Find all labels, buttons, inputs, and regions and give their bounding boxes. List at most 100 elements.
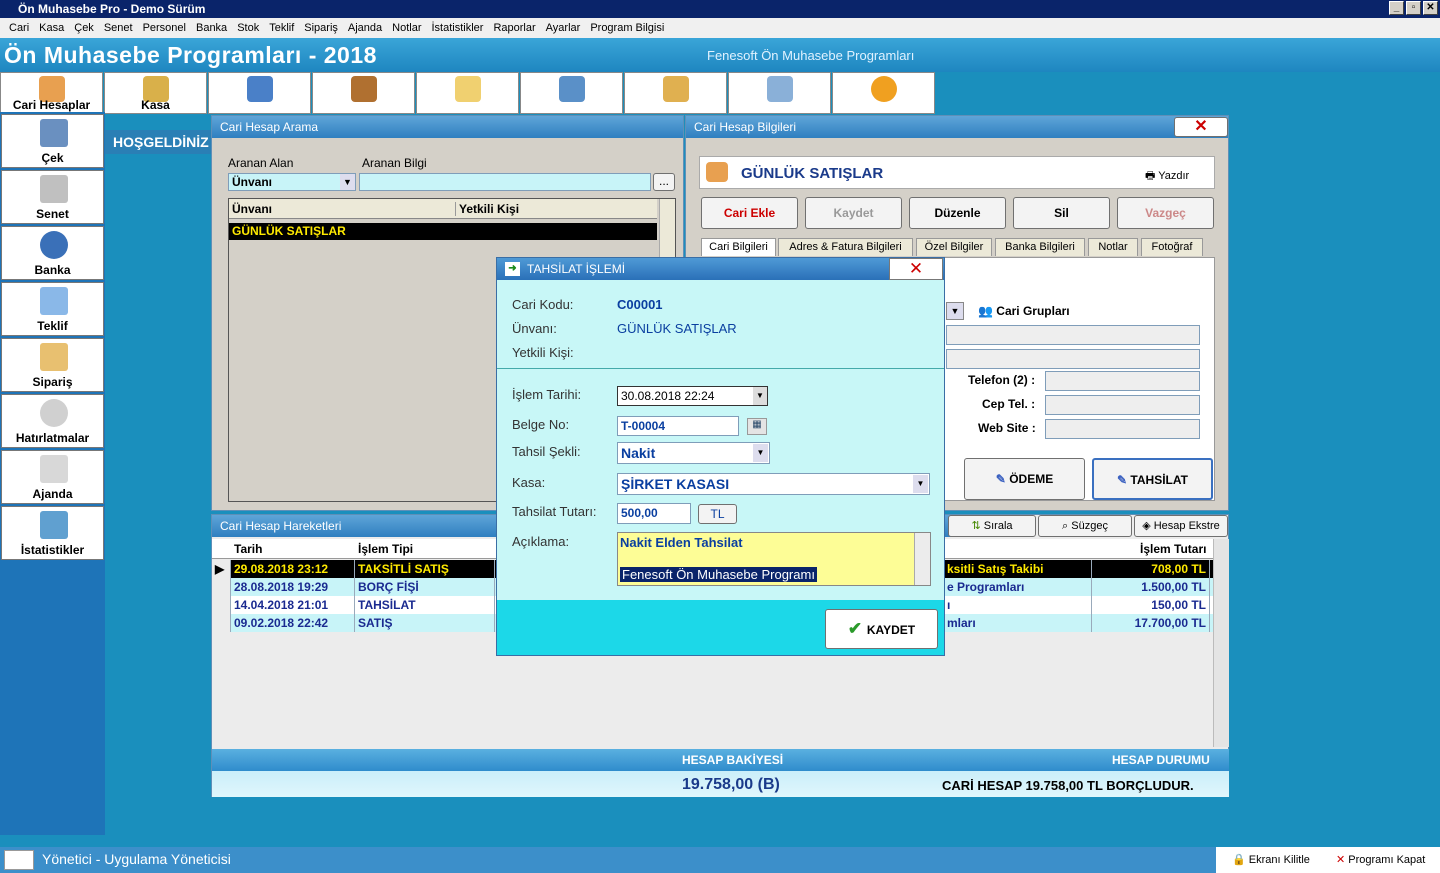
field-row-2[interactable] (946, 349, 1200, 369)
menu-istatistikler[interactable]: İstatistikler (427, 22, 489, 34)
menu-personel[interactable]: Personel (138, 22, 191, 34)
code-value: C00001 (617, 297, 663, 312)
col-unvani: Ünvanı (232, 202, 273, 216)
balance-bar: HESAP BAKİYESİ HESAP DURUMU 19.758,00 (B… (212, 749, 1229, 797)
vazgec-button[interactable]: Vazgeç (1117, 197, 1214, 229)
close-icon: ✕ (1336, 854, 1349, 866)
code-label: Cari Kodu: (512, 297, 574, 312)
search-info-input[interactable] (359, 173, 651, 191)
menu-notlar[interactable]: Notlar (387, 22, 426, 34)
dialog-close-button[interactable]: ✕ (889, 258, 943, 280)
search-field-select[interactable]: Ünvanı ▼ (228, 173, 356, 191)
sidebar-teklif[interactable]: Teklif (1, 282, 104, 336)
note-line-1: Nakit Elden Tahsilat (620, 535, 743, 550)
tab-adres[interactable]: Adres & Fatura Bilgileri (778, 238, 913, 256)
groups-label[interactable]: 👥 Cari Grupları (978, 304, 1070, 318)
group-dropdown[interactable]: ▼ (946, 302, 964, 320)
tab-cari-bilgileri[interactable]: Cari Bilgileri (701, 238, 776, 256)
duzenle-button[interactable]: Düzenle (909, 197, 1006, 229)
kaydet-dialog-button[interactable]: ✔ KAYDET (825, 609, 938, 649)
toolbar-button-6[interactable] (520, 72, 623, 114)
toolbar-button-3[interactable] (208, 72, 311, 114)
toolbar-button-8[interactable] (728, 72, 831, 114)
maximize-button[interactable]: ▫ (1406, 1, 1421, 15)
note-scrollbar[interactable] (914, 533, 930, 585)
tab-ozel[interactable]: Özel Bilgiler (916, 238, 992, 256)
menu-senet[interactable]: Senet (99, 22, 138, 34)
close-program-button[interactable]: ✕ Programı Kapat (1336, 853, 1425, 866)
telefon2-label: Telefon (2) : (968, 373, 1036, 387)
sidebar-senet[interactable]: Senet (1, 170, 104, 224)
tab-banka[interactable]: Banka Bilgileri (995, 238, 1085, 256)
tab-notlar[interactable]: Notlar (1088, 238, 1138, 256)
doc-label: Belge No: (512, 417, 570, 432)
sil-button[interactable]: Sil (1013, 197, 1110, 229)
sort-button[interactable]: ⇅ Sırala (948, 515, 1036, 537)
check-icon (40, 119, 68, 147)
sidebar-cek[interactable]: Çek (1, 114, 104, 168)
kaydet-button[interactable]: Kaydet (805, 197, 902, 229)
lock-screen-button[interactable]: 🔒 Ekranı Kilitle (1232, 853, 1310, 866)
amount-label: Tahsilat Tutarı: (512, 504, 597, 519)
menu-cek[interactable]: Çek (69, 22, 99, 34)
cep-field[interactable] (1045, 395, 1200, 415)
balance-value: 19.758,00 (B) (682, 776, 780, 793)
menu-cari[interactable]: Cari (4, 22, 34, 34)
toolbar-button-7[interactable] (624, 72, 727, 114)
toolbar-button-9[interactable] (832, 72, 935, 114)
minimize-button[interactable]: _ (1389, 1, 1404, 15)
movements-scrollbar[interactable] (1213, 539, 1229, 747)
search-result-row[interactable]: GÜNLÜK SATIŞLAR (229, 223, 657, 240)
menu-program-bilgisi[interactable]: Program Bilgisi (585, 22, 669, 34)
cash-select[interactable]: ŞİRKET KASASI ▼ (617, 473, 930, 495)
toolbar-button-4[interactable] (312, 72, 415, 114)
menu-ayarlar[interactable]: Ayarlar (541, 22, 586, 34)
filter-button[interactable]: ⌕ Süzgeç (1038, 515, 1132, 537)
name-label: Ünvanı: (512, 321, 557, 336)
extract-button[interactable]: ◈ Hesap Ekstre (1134, 515, 1228, 537)
menu-ajanda[interactable]: Ajanda (343, 22, 387, 34)
menu-raporlar[interactable]: Raporlar (488, 22, 540, 34)
odeme-button[interactable]: ✎ ÖDEME (964, 458, 1085, 500)
currency-button[interactable]: TL (698, 504, 737, 524)
menu-banka[interactable]: Banka (191, 22, 232, 34)
field-row-1[interactable] (946, 325, 1200, 345)
menu-stok[interactable]: Stok (232, 22, 264, 34)
tahsilat-button[interactable]: ✎ TAHSİLAT (1092, 458, 1213, 500)
sidebar-hatirlatmalar[interactable]: Hatırlatmalar (1, 394, 104, 448)
print-button[interactable]: 🖶 Yazdır (1145, 167, 1189, 186)
method-select[interactable]: Nakit ▼ (617, 442, 770, 464)
sidebar-siparis[interactable]: Sipariş (1, 338, 104, 392)
doc-input[interactable]: T-00004 (617, 416, 739, 436)
close-window-button[interactable]: ✕ (1423, 1, 1438, 15)
web-field[interactable] (1045, 419, 1200, 439)
menu-siparis[interactable]: Sipariş (299, 22, 343, 34)
search-info-label: Aranan Bilgi (362, 156, 427, 170)
search-browse-button[interactable]: ... (653, 173, 675, 191)
menu-kasa[interactable]: Kasa (34, 22, 69, 34)
document-icon: ◈ (1142, 520, 1154, 532)
date-input[interactable]: 30.08.2018 22:24 ▼ (617, 386, 768, 406)
cari-ekle-button[interactable]: Cari Ekle (701, 197, 798, 229)
cash-label: Kasa: (512, 475, 546, 490)
calendar-icon[interactable]: ▦ (747, 418, 767, 435)
window-titlebar: Ön Muhasebe Pro - Demo Sürüm _ ▫ ✕ (0, 0, 1440, 18)
menu-teklif[interactable]: Teklif (264, 22, 299, 34)
search-field-label: Aranan Alan (228, 156, 294, 170)
toolbar-cari-hesaplar[interactable]: Cari Hesaplar (0, 72, 103, 114)
sidebar-istatistikler[interactable]: İstatistikler (1, 506, 104, 560)
toolbar-button-5[interactable] (416, 72, 519, 114)
sidebar-banka[interactable]: Banka (1, 226, 104, 280)
note-textarea[interactable]: Nakit Elden Tahsilat Fenesoft Ön Muhaseb… (617, 532, 931, 586)
arrow-icon: ➜ (505, 262, 520, 276)
banner-title: Ön Muhasebe Programları - 2018 (4, 42, 377, 68)
toolbar-kasa[interactable]: Kasa (104, 72, 207, 114)
name-value: GÜNLÜK SATIŞLAR (617, 321, 737, 336)
amount-input[interactable]: 500,00 (617, 503, 691, 524)
note-label: Açıklama: (512, 534, 570, 549)
tab-fotograf[interactable]: Fotoğraf (1141, 238, 1203, 256)
sidebar-ajanda[interactable]: Ajanda (1, 450, 104, 504)
telefon2-field[interactable] (1045, 371, 1200, 391)
method-label: Tahsil Şekli: (512, 444, 581, 459)
close-panel-button[interactable]: ✕ (1174, 117, 1228, 137)
